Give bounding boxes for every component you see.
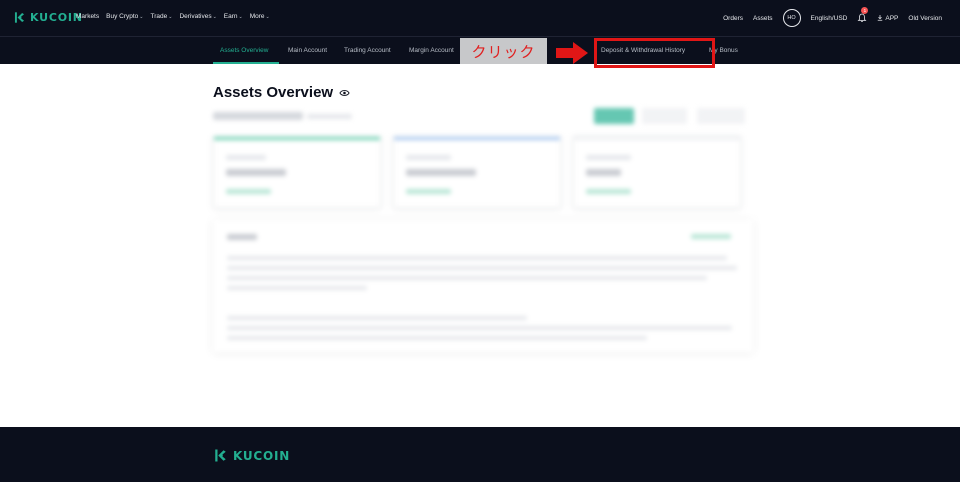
footer: KUCOIN bbox=[0, 427, 960, 482]
chevron-down-icon: ⌄ bbox=[139, 14, 144, 20]
notification-button[interactable]: 1 bbox=[857, 7, 869, 23]
right-nav: Orders Assets HO English/USD 1 APP Old V… bbox=[723, 7, 942, 27]
active-tab-indicator bbox=[213, 62, 279, 64]
footer-kucoin-logo[interactable]: KUCOIN bbox=[213, 448, 290, 463]
assets-link[interactable]: Assets bbox=[753, 15, 773, 22]
tab-assets-overview[interactable]: Assets Overview bbox=[220, 47, 268, 54]
language-currency-selector[interactable]: English/USD bbox=[811, 15, 848, 22]
nav-item-derivatives[interactable]: Derivatives⌄ bbox=[179, 13, 216, 20]
footer-logo-text: KUCOIN bbox=[233, 448, 291, 463]
logo-text: KUCOIN bbox=[30, 11, 83, 24]
chevron-down-icon: ⌄ bbox=[212, 14, 217, 20]
arrow-right-icon bbox=[556, 42, 588, 64]
app-label: APP bbox=[885, 14, 899, 22]
chevron-down-icon: ⌄ bbox=[238, 14, 243, 20]
app-download-link[interactable]: APP bbox=[877, 15, 898, 22]
page-title-text: Assets Overview bbox=[213, 84, 334, 101]
click-annotation-label: クリック bbox=[460, 38, 547, 64]
download-icon bbox=[878, 15, 883, 21]
chevron-down-icon: ⌄ bbox=[168, 14, 173, 20]
highlight-box bbox=[594, 38, 715, 68]
nav-item-more[interactable]: More⌄ bbox=[250, 13, 270, 20]
tab-margin-account[interactable]: Margin Account bbox=[409, 47, 454, 54]
account-card bbox=[573, 136, 741, 208]
avatar[interactable]: HO bbox=[782, 9, 801, 27]
nav-item-trade[interactable]: Trade⌄ bbox=[150, 13, 172, 20]
kucoin-logo-icon bbox=[14, 12, 25, 23]
old-version-link[interactable]: Old Version bbox=[908, 15, 942, 22]
eye-icon[interactable] bbox=[339, 89, 350, 97]
top-navbar: KUCOIN Markets Buy Crypto⌄ Trade⌄ Deriva… bbox=[0, 0, 960, 36]
kucoin-logo[interactable]: KUCOIN bbox=[13, 11, 83, 24]
tab-trading-account[interactable]: Trading Account bbox=[344, 47, 391, 54]
orders-link[interactable]: Orders bbox=[723, 15, 743, 22]
chevron-down-icon: ⌄ bbox=[265, 14, 270, 20]
nav-item-markets[interactable]: Markets bbox=[76, 13, 99, 20]
bell-icon bbox=[857, 13, 867, 22]
account-card bbox=[393, 136, 561, 208]
tab-main-account[interactable]: Main Account bbox=[288, 47, 327, 54]
nav-item-buy-crypto[interactable]: Buy Crypto⌄ bbox=[106, 13, 143, 20]
kucoin-logo-icon bbox=[215, 449, 226, 462]
blurred-account-content bbox=[205, 100, 760, 362]
account-card bbox=[213, 136, 381, 208]
main-nav: Markets Buy Crypto⌄ Trade⌄ Derivatives⌄ … bbox=[76, 13, 270, 20]
nav-item-earn[interactable]: Earn⌄ bbox=[224, 13, 243, 20]
info-panel bbox=[213, 220, 753, 352]
page-title: Assets Overview bbox=[213, 84, 350, 101]
